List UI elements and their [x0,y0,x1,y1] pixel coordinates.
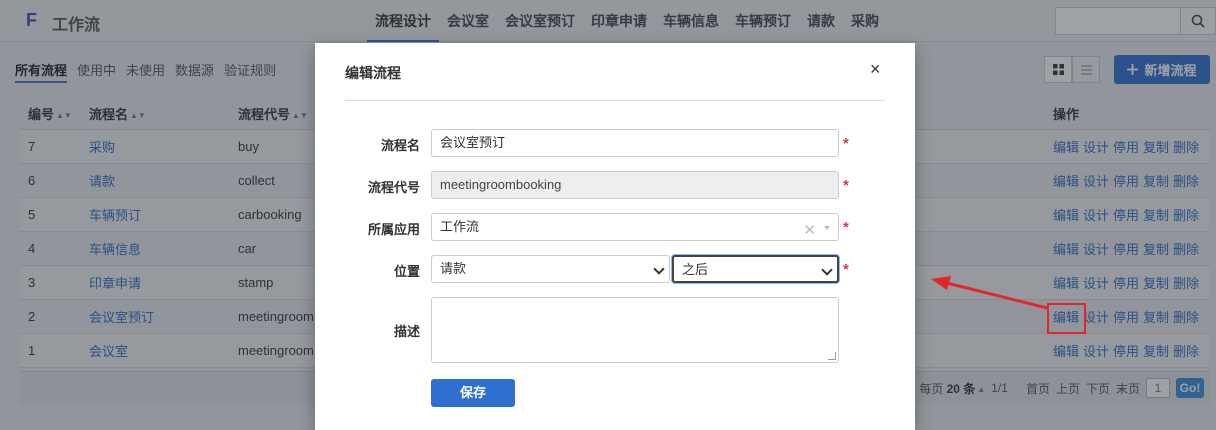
dialog-title: 编辑流程 [345,65,401,81]
edit-highlight-box [1047,303,1086,334]
position-label: 位置 [393,264,420,279]
code-label: 流程代号 [367,180,420,195]
description-label: 描述 [393,324,420,339]
position-select[interactable]: 请款 [431,255,670,283]
dialog-divider [345,100,885,101]
required-mark: * [843,261,849,278]
close-icon[interactable]: × [870,60,881,78]
chevron-down-icon [824,226,830,230]
app-label: 所属应用 [367,222,420,237]
chevron-down-icon [821,264,833,276]
required-mark: * [843,219,849,236]
annotation-arrow [931,276,1048,310]
position-order-select[interactable]: 之后 [672,255,839,283]
name-label: 流程名 [380,138,420,153]
code-field: meetingroombooking [431,171,839,199]
clear-icon[interactable]: ✕ [803,218,816,244]
edit-workflow-dialog: 编辑流程 × 流程名 会议室预订 * 流程代号 meetingroombooki… [315,43,915,430]
description-textarea[interactable] [431,297,839,363]
app-select-value: 工作流 [440,219,480,234]
position-select-value: 请款 [440,261,467,276]
required-mark: * [843,177,849,194]
chevron-down-icon [653,263,665,275]
name-field[interactable]: 会议室预订 [431,129,839,157]
resize-grip-icon[interactable] [828,352,836,360]
required-mark: * [843,135,849,152]
save-button[interactable]: 保存 [431,379,515,407]
position-order-value: 之后 [682,262,709,277]
app-select[interactable]: 工作流 ✕ [431,213,839,241]
